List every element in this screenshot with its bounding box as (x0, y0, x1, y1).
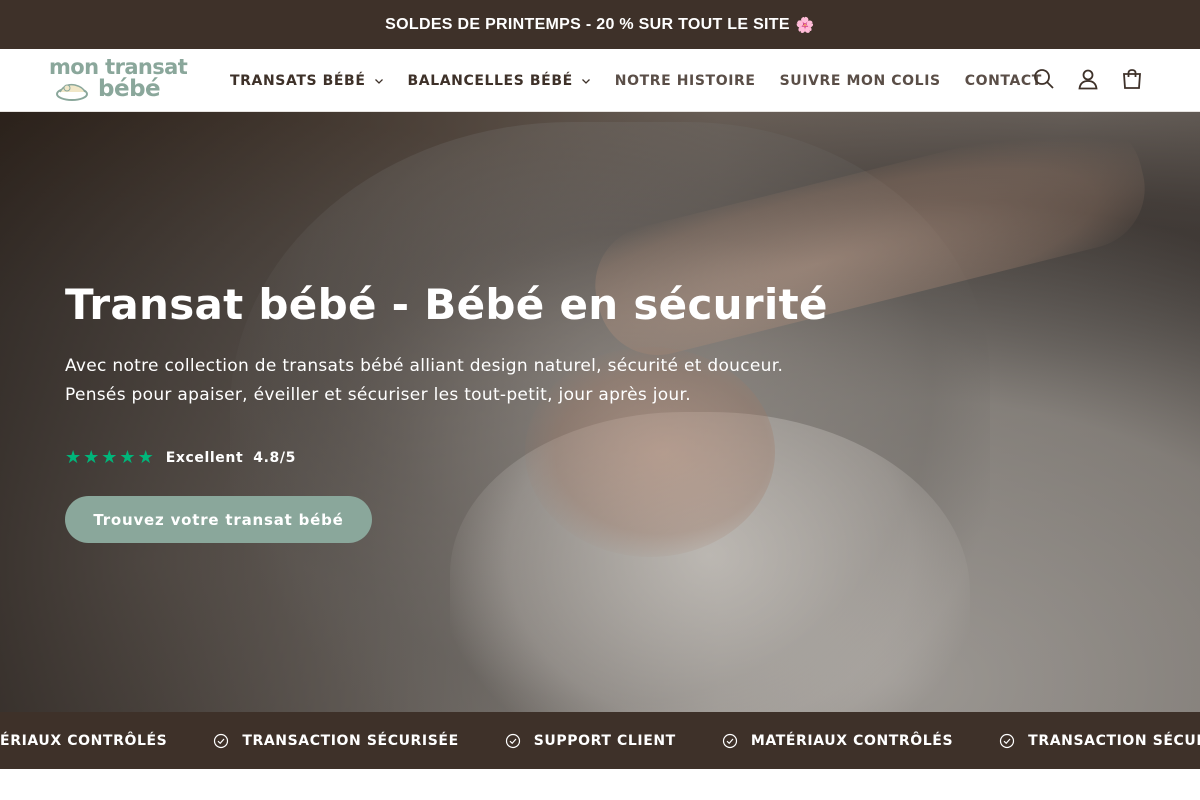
account-icon[interactable] (1076, 67, 1100, 91)
trust-item: TRANSACTION SÉCURISÉE (213, 733, 458, 749)
nav-label: SUIVRE MON COLIS (779, 72, 941, 89)
flower-emoji: 🌸 (795, 16, 815, 34)
trust-item: TRANSACTION SÉCURISÉE (999, 733, 1200, 749)
nav-item-transats-bebe[interactable]: TRANSATS BÉBÉ (230, 73, 384, 89)
find-transat-button[interactable]: Trouvez votre transat bébé (65, 496, 372, 543)
hero-description: Avec notre collection de transats bébé a… (65, 356, 784, 405)
nav-label: NOTRE HISTOIRE (614, 72, 756, 89)
trust-item-label: TRANSACTION SÉCURISÉE (242, 732, 459, 749)
page-content-start (0, 769, 1200, 800)
star-icon: ★ (119, 447, 136, 468)
search-icon[interactable] (1032, 67, 1056, 91)
main-nav: TRANSATS BÉBÉ BALANCELLES BÉBÉ NOTRE HIS… (230, 49, 1066, 112)
trust-item-label: SUPPORT CLIENT (533, 732, 676, 749)
baby-seat-logo-icon (56, 83, 88, 101)
nav-item-notre-histoire[interactable]: NOTRE HISTOIRE (615, 73, 756, 89)
hero-banner: Transat bébé - Bébé en sécurité Avec not… (0, 112, 1200, 712)
nav-label: TRANSATS BÉBÉ (230, 72, 366, 89)
announcement-bar: SOLDES DE PRINTEMPS - 20 % SUR TOUT LE S… (0, 0, 1200, 49)
site-header: mon transat bébé TRANSATS BÉBÉ BALANCELL… (0, 49, 1200, 112)
cart-icon[interactable] (1120, 67, 1144, 91)
star-icon: ★ (137, 447, 154, 468)
trust-bar: MATÉRIAUX CONTRÔLÉS TRANSACTION SÉCURISÉ… (0, 712, 1200, 769)
trust-item-label: MATÉRIAUX CONTRÔLÉS (0, 732, 168, 749)
trust-item: MATÉRIAUX CONTRÔLÉS (0, 733, 167, 749)
rating-label: Excellent (165, 450, 244, 466)
chevron-down-icon (374, 78, 383, 84)
rating-widget: ★ ★ ★ ★ ★ Excellent 4.8/5 (65, 448, 296, 468)
check-circle-icon (1000, 733, 1015, 748)
check-circle-icon (722, 733, 737, 748)
hero-title: Transat bébé - Bébé en sécurité (65, 280, 828, 329)
nav-item-suivre-mon-colis[interactable]: SUIVRE MON COLIS (780, 73, 941, 89)
header-icons (1012, 67, 1144, 91)
trust-item-label: MATÉRIAUX CONTRÔLÉS (750, 732, 954, 749)
chevron-down-icon (581, 78, 590, 84)
logo[interactable]: mon transat bébé (49, 55, 194, 107)
logo-line-2: bébé (98, 76, 161, 102)
rating-stars: ★ ★ ★ ★ ★ (65, 448, 156, 468)
check-circle-icon (214, 733, 229, 748)
nav-item-balancelles-bebe[interactable]: BALANCELLES BÉBÉ (408, 73, 591, 89)
trust-track: MATÉRIAUX CONTRÔLÉS TRANSACTION SÉCURISÉ… (0, 712, 1200, 769)
nav-label: BALANCELLES BÉBÉ (407, 72, 573, 89)
check-circle-icon (505, 733, 520, 748)
announcement-text: SOLDES DE PRINTEMPS - 20 % SUR TOUT LE S… (385, 15, 790, 33)
trust-item: MATÉRIAUX CONTRÔLÉS (722, 733, 953, 749)
rating-score: 4.8/5 (253, 450, 296, 466)
star-icon: ★ (83, 447, 100, 468)
trust-item: SUPPORT CLIENT (505, 733, 676, 749)
trust-item-label: TRANSACTION SÉCURISÉE (1028, 732, 1200, 749)
star-icon: ★ (101, 447, 118, 468)
star-icon: ★ (65, 447, 82, 468)
